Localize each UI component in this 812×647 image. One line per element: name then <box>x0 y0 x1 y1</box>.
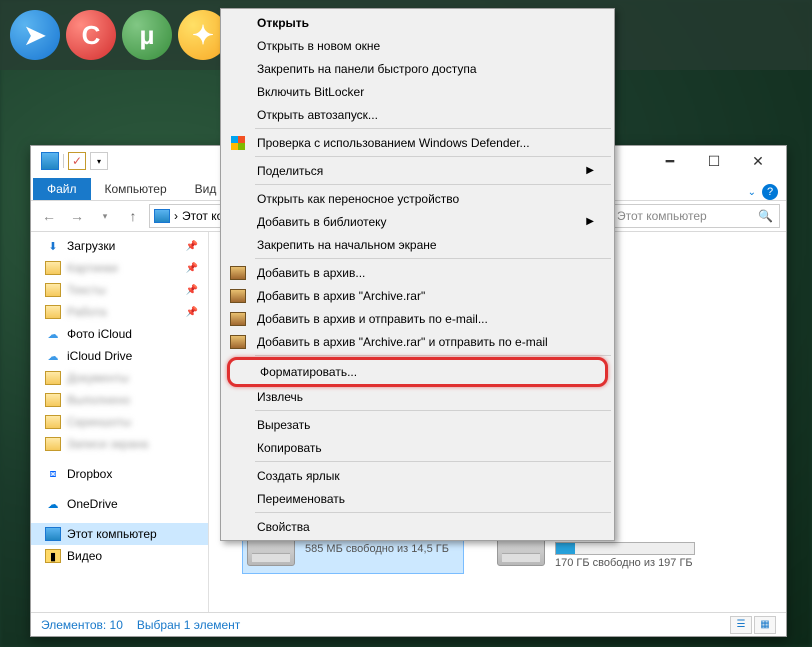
dropbox-icon: ⧈ <box>45 467 61 481</box>
search-input[interactable]: Этот компьютер 🔍 <box>610 204 780 228</box>
qat-checkbox-icon[interactable]: ✓ <box>68 152 86 170</box>
sidebar: ⬇ Загрузки 📌 Картинки📌 Тексты📌 Работа📌 ☁… <box>31 232 209 612</box>
pin-icon: 📌 <box>186 241 198 252</box>
status-selected: Выбран 1 элемент <box>137 618 240 632</box>
help-icon[interactable]: ? <box>762 184 778 200</box>
minimize-button[interactable]: ━ <box>648 147 692 175</box>
menu-add-archive-named[interactable]: Добавить в архив "Archive.rar" <box>223 284 612 307</box>
winrar-icon <box>230 335 246 349</box>
statusbar: Элементов: 10 Выбран 1 элемент ☰ ▦ <box>31 612 786 636</box>
folder-icon <box>45 283 61 297</box>
menu-separator <box>255 410 611 411</box>
dock-item[interactable]: µ <box>122 10 172 60</box>
close-button[interactable]: ✕ <box>736 147 780 175</box>
menu-separator <box>255 128 611 129</box>
icloud-icon: ☁ <box>45 327 61 341</box>
maximize-button[interactable]: ☐ <box>692 147 736 175</box>
computer-icon <box>154 209 170 223</box>
menu-archive-email[interactable]: Добавить в архив и отправить по e-mail..… <box>223 307 612 330</box>
folder-icon <box>45 261 61 275</box>
dock-item[interactable]: C <box>66 10 116 60</box>
onedrive-icon: ☁ <box>45 497 61 511</box>
menu-cut[interactable]: Вырезать <box>223 413 612 436</box>
menu-create-shortcut[interactable]: Создать ярлык <box>223 464 612 487</box>
menu-bitlocker[interactable]: Включить BitLocker <box>223 80 612 103</box>
menu-separator <box>255 461 611 462</box>
sidebar-item[interactable]: Документы <box>31 367 208 389</box>
sidebar-item-downloads[interactable]: ⬇ Загрузки 📌 <box>31 235 208 257</box>
video-icon: ▮ <box>45 549 61 563</box>
tab-computer[interactable]: Компьютер <box>91 178 181 200</box>
drive-free-text: 170 ГБ свободно из 197 ГБ <box>555 557 695 569</box>
menu-autorun[interactable]: Открыть автозапуск... <box>223 103 612 126</box>
view-tiles-button[interactable]: ▦ <box>754 616 776 634</box>
menu-add-library[interactable]: Добавить в библиотеку▶ <box>223 210 612 233</box>
menu-properties[interactable]: Свойства <box>223 515 612 538</box>
ribbon-expand-icon[interactable]: ⌄ <box>748 187 756 198</box>
menu-open[interactable]: Открыть <box>223 11 612 34</box>
menu-copy[interactable]: Копировать <box>223 436 612 459</box>
history-dropdown[interactable]: ▾ <box>93 204 117 228</box>
sidebar-item-icloud-drive[interactable]: ☁iCloud Drive <box>31 345 208 367</box>
sidebar-item[interactable]: Картинки📌 <box>31 257 208 279</box>
back-button[interactable]: ← <box>37 204 61 228</box>
capacity-bar <box>555 542 695 555</box>
folder-icon <box>45 305 61 319</box>
view-details-button[interactable]: ☰ <box>730 616 752 634</box>
qat-dropdown-icon[interactable]: ▾ <box>90 152 108 170</box>
menu-open-new-window[interactable]: Открыть в новом окне <box>223 34 612 57</box>
menu-share[interactable]: Поделиться▶ <box>223 159 612 182</box>
chevron-right-icon: ▶ <box>586 216 594 227</box>
drive-free-text: 585 МБ свободно из 14,5 ГБ <box>305 543 449 555</box>
menu-archive-email-named[interactable]: Добавить в архив "Archive.rar" и отправи… <box>223 330 612 353</box>
qat-separator <box>63 154 64 168</box>
dock-item[interactable]: ➤ <box>10 10 60 60</box>
icloud-icon: ☁ <box>45 349 61 363</box>
sidebar-item[interactable]: Тексты📌 <box>31 279 208 301</box>
forward-button[interactable]: → <box>65 204 89 228</box>
search-icon: 🔍 <box>758 209 773 223</box>
app-icon <box>41 152 59 170</box>
search-placeholder: Этот компьютер <box>617 209 707 223</box>
defender-icon <box>231 136 245 150</box>
menu-rename[interactable]: Переименовать <box>223 487 612 510</box>
breadcrumb-location: Этот ко <box>182 209 223 223</box>
folder-icon <box>45 371 61 385</box>
downloads-icon: ⬇ <box>45 239 61 253</box>
sidebar-item[interactable]: Выполнено <box>31 389 208 411</box>
context-menu: Открыть Открыть в новом окне Закрепить н… <box>220 8 615 541</box>
tab-file[interactable]: Файл <box>33 178 91 200</box>
menu-separator <box>255 355 611 356</box>
sidebar-item-onedrive[interactable]: ☁OneDrive <box>31 493 208 515</box>
winrar-icon <box>230 289 246 303</box>
sidebar-item[interactable]: Записи экрана <box>31 433 208 455</box>
menu-pin-quick-access[interactable]: Закрепить на панели быстрого доступа <box>223 57 612 80</box>
menu-separator <box>255 258 611 259</box>
menu-separator <box>255 156 611 157</box>
sidebar-item[interactable]: Работа📌 <box>31 301 208 323</box>
sidebar-item-foto-icloud[interactable]: ☁Фото iCloud <box>31 323 208 345</box>
menu-add-archive[interactable]: Добавить в архив... <box>223 261 612 284</box>
menu-format-highlighted[interactable]: Форматировать... <box>227 357 608 387</box>
folder-icon <box>45 393 61 407</box>
menu-defender[interactable]: Проверка с использованием Windows Defend… <box>223 131 612 154</box>
menu-separator <box>255 512 611 513</box>
up-button[interactable]: ↑ <box>121 204 145 228</box>
status-items-count: Элементов: 10 <box>41 618 123 632</box>
winrar-icon <box>230 266 246 280</box>
computer-icon <box>45 527 61 541</box>
chevron-right-icon: ▶ <box>586 165 594 176</box>
sidebar-item-this-pc[interactable]: Этот компьютер <box>31 523 208 545</box>
folder-icon <box>45 437 61 451</box>
breadcrumb-sep: › <box>174 209 178 223</box>
sidebar-item[interactable]: Скриншоты <box>31 411 208 433</box>
menu-extract[interactable]: Извлечь <box>223 385 612 408</box>
menu-separator <box>255 184 611 185</box>
winrar-icon <box>230 312 246 326</box>
menu-pin-start[interactable]: Закрепить на начальном экране <box>223 233 612 256</box>
menu-portable-device[interactable]: Открыть как переносное устройство <box>223 187 612 210</box>
sidebar-item-video[interactable]: ▮Видео <box>31 545 208 567</box>
folder-icon <box>45 415 61 429</box>
sidebar-item-dropbox[interactable]: ⧈Dropbox <box>31 463 208 485</box>
